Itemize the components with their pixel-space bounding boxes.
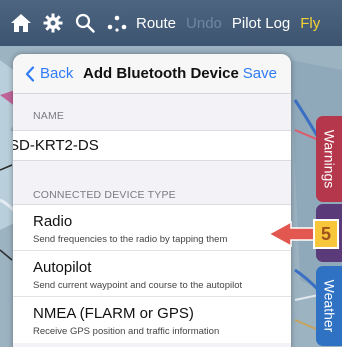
device-type-autopilot[interactable]: Autopilot Send current waypoint and cour…: [13, 251, 291, 297]
warnings-tab-label: Warnings: [321, 129, 337, 189]
fly-button[interactable]: Fly: [300, 15, 320, 32]
add-bluetooth-device-sheet: Back Add Bluetooth Device Save NAME SD-K…: [13, 54, 291, 347]
device-type-subtitle: Send frequencies to the radio by tapping…: [33, 234, 228, 245]
device-type-title: NMEA (FLARM or GPS): [33, 305, 194, 322]
name-section-header: NAME: [33, 110, 65, 122]
device-type-title: Autopilot: [33, 259, 92, 276]
name-value: SD-KRT2-DS: [13, 137, 99, 154]
device-type-title: Radio: [33, 213, 73, 230]
callout-arrow-icon: [267, 221, 316, 247]
back-button[interactable]: Back: [25, 65, 73, 82]
pilot-log-button[interactable]: Pilot Log: [232, 15, 290, 32]
save-button[interactable]: Save: [243, 65, 277, 82]
search-icon[interactable]: [72, 10, 98, 36]
device-type-list: Radio Send frequencies to the radio by t…: [13, 204, 291, 343]
home-icon[interactable]: [8, 10, 34, 36]
chevron-left-icon: [25, 65, 35, 82]
waypoints-icon[interactable]: [104, 10, 130, 36]
callout-number-badge: 5: [313, 219, 339, 249]
device-type-radio[interactable]: Radio Send frequencies to the radio by t…: [13, 205, 291, 251]
nav-bar: Back Add Bluetooth Device Save: [13, 54, 291, 94]
gear-icon[interactable]: [40, 10, 66, 36]
device-type-nmea[interactable]: NMEA (FLARM or GPS) Receive GPS position…: [13, 297, 291, 343]
undo-button[interactable]: Undo: [186, 15, 222, 32]
device-type-subtitle: Send current waypoint and course to the …: [33, 280, 243, 291]
device-type-subtitle: Receive GPS position and traffic informa…: [33, 326, 220, 337]
back-label: Back: [40, 65, 74, 82]
device-type-section-header: CONNECTED DEVICE TYPE: [33, 189, 176, 201]
page-title: Add Bluetooth Device: [83, 65, 239, 82]
warnings-tab[interactable]: Warnings: [316, 116, 342, 202]
top-toolbar: Route Undo Pilot Log Fly: [0, 0, 342, 46]
weather-tab[interactable]: Weather: [316, 266, 342, 346]
weather-tab-label: Weather: [321, 279, 338, 333]
name-field[interactable]: SD-KRT2-DS: [13, 130, 291, 161]
route-button[interactable]: Route: [136, 15, 176, 32]
